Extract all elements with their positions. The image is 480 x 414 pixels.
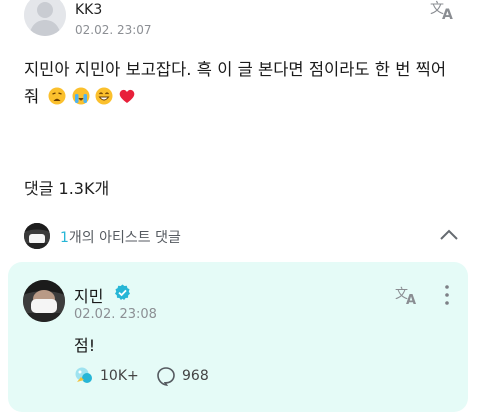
weary-face-icon	[48, 87, 66, 105]
post-author[interactable]: KK3	[75, 2, 102, 18]
red-heart-icon	[119, 89, 135, 103]
reply-bubble-icon	[157, 367, 175, 386]
artist-comment-text: 점!	[74, 336, 96, 355]
chevron-up-icon[interactable]	[438, 226, 460, 244]
comment-count: 댓글 1.3K개	[24, 179, 110, 198]
artist-name[interactable]: 지민	[74, 283, 103, 307]
like-count: 10K+	[100, 368, 139, 384]
default-user-icon	[24, 0, 66, 36]
post-header: KK3 02.02. 23:07 文 A	[24, 0, 456, 48]
artist-comment-label: 개의 아티스트 댓글	[68, 230, 181, 246]
artist-comment-count: 1	[60, 230, 69, 246]
artist-avatar[interactable]	[23, 280, 65, 322]
artist-mini-avatar	[24, 223, 50, 249]
svg-text:A: A	[442, 7, 453, 22]
loudly-crying-face-icon	[72, 87, 90, 105]
verified-badge-icon	[115, 284, 130, 300]
artist-comments-toggle[interactable]: 1개의 아티스트 댓글	[24, 222, 460, 250]
translate-icon[interactable]: 文 A	[430, 0, 458, 22]
post-content: 지민아 지민아 보고잡다. 흑 이 글 본다면 점이라도 한 번 찍어줘	[24, 56, 454, 113]
grinning-face-icon	[95, 87, 113, 105]
more-options-icon[interactable]	[443, 284, 451, 306]
cheer-reaction-icon	[75, 367, 92, 383]
like-button[interactable]: 10K+	[74, 366, 139, 386]
artist-comment-timestamp: 02.02. 23:08	[74, 307, 157, 322]
svg-text:A: A	[406, 293, 416, 306]
translate-icon[interactable]: 文 A	[395, 284, 421, 306]
reply-count: 968	[182, 368, 209, 384]
artist-comment-card: 지민 02.02. 23:08 文 A 점! 10K+ 968	[8, 262, 468, 412]
emoji-group	[48, 86, 136, 113]
reply-button[interactable]: 968	[156, 366, 209, 386]
author-avatar[interactable]	[24, 0, 66, 36]
post-page: KK3 02.02. 23:07 文 A 지민아 지민아 보고잡다. 흑 이 글…	[0, 0, 480, 414]
post-timestamp: 02.02. 23:07	[75, 23, 152, 37]
artist-comment-summary: 1개의 아티스트 댓글	[60, 227, 181, 247]
